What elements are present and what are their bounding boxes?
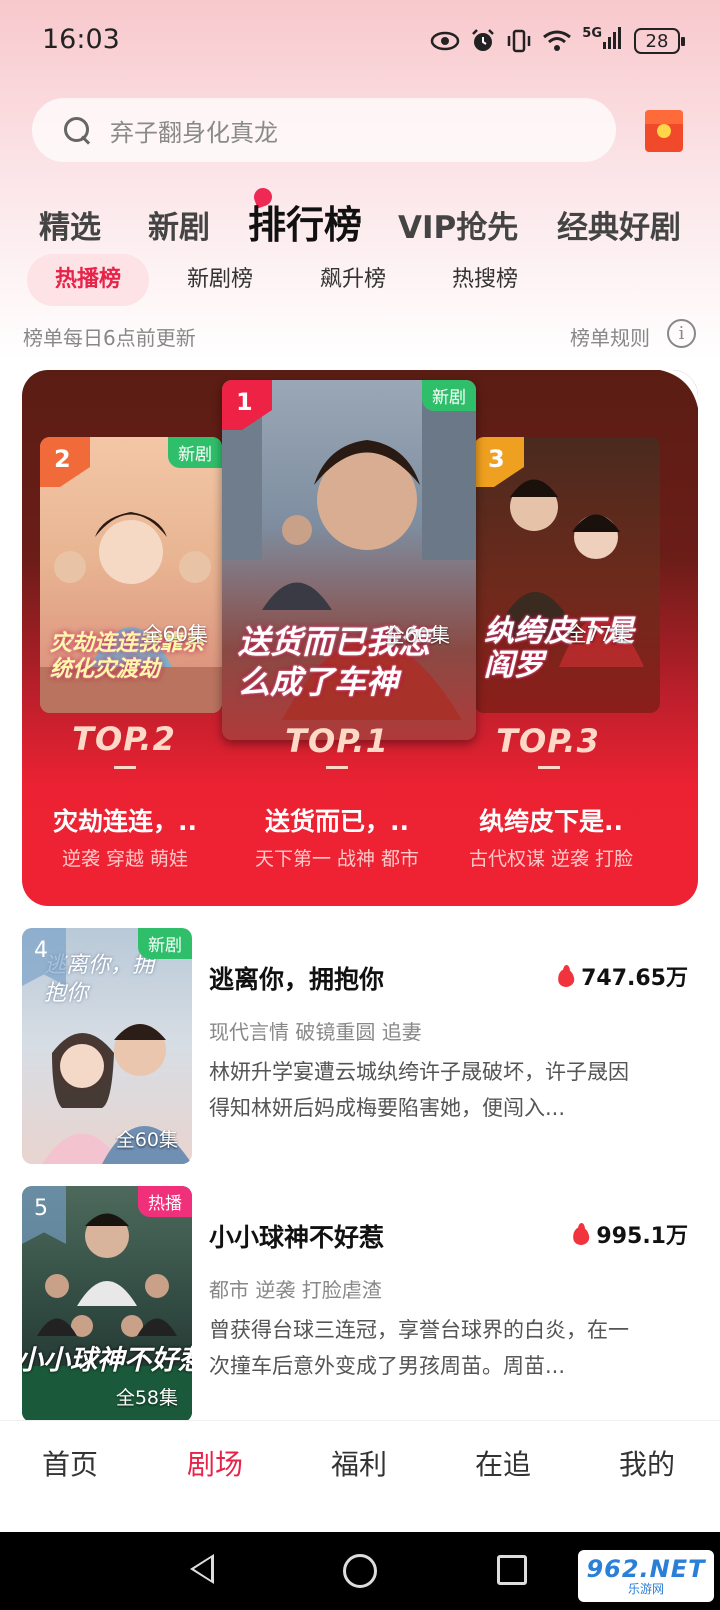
vibrate-icon xyxy=(506,26,532,56)
list-item[interactable]: 小小球神不好惹 5 热播 全58集 小小球神不好惹 995.1万 都市 逆袭 打… xyxy=(22,1186,698,1422)
ranking-sub-tabs: 热播榜 新剧榜 飙升榜 热搜榜 xyxy=(0,254,720,306)
list-item-poster[interactable]: 小小球神不好惹 5 热播 全58集 xyxy=(22,1186,192,1422)
signal-icon: 5G xyxy=(582,26,624,56)
subtab-rising[interactable]: 飙升榜 xyxy=(320,254,386,306)
nav-home[interactable]: 首页 xyxy=(10,1443,130,1483)
watermark-logo: 962.NET 乐游网 xyxy=(578,1550,714,1602)
network-type: 5G xyxy=(582,26,602,41)
top2-poster[interactable]: 灾劫连连我靠系统化灾渡劫 2 新剧 全60集 xyxy=(40,437,222,713)
battery-indicator: 28 xyxy=(634,28,685,54)
top1-title[interactable]: 送货而已，.. xyxy=(232,802,442,838)
top3-label: TOP.3 xyxy=(496,722,600,760)
top2-title[interactable]: 灾劫连连，.. xyxy=(22,802,230,838)
nav-theater[interactable]: 剧场 xyxy=(155,1443,275,1483)
recent-apps-icon[interactable] xyxy=(497,1555,527,1585)
top1-episodes: 全60集 xyxy=(384,623,450,647)
top3-divider xyxy=(538,766,560,769)
list-item-genres: 都市 逆袭 打脸虐渣 xyxy=(209,1278,382,1302)
top3-panel: 灾劫连连我靠系统化灾渡劫 2 新剧 全60集 纨绔皮下是阎罗 3 全77集 送货… xyxy=(22,370,698,906)
top3-poster[interactable]: 纨绔皮下是阎罗 3 全77集 xyxy=(474,437,660,713)
top2-new-tag: 新剧 xyxy=(168,437,222,468)
status-icons: 5G 28 xyxy=(430,26,685,56)
list-item-genres: 现代言情 破镜重圆 追妻 xyxy=(209,1020,422,1044)
nav-profile[interactable]: 我的 xyxy=(587,1443,707,1483)
list-item-heat-value: 995.1万 xyxy=(596,1224,688,1249)
list-item-poster-title-art: 小小球神不好惹 xyxy=(22,1345,192,1376)
tab-new-drama[interactable]: 新剧 xyxy=(148,202,210,247)
info-icon[interactable]: i xyxy=(667,319,696,348)
alarm-icon xyxy=(470,26,496,56)
nav-rewards[interactable]: 福利 xyxy=(299,1443,419,1483)
list-item-episodes: 全60集 xyxy=(115,1129,178,1151)
fire-icon xyxy=(557,965,575,987)
watermark-sub: 乐游网 xyxy=(627,1582,664,1596)
ranking-rules-link[interactable]: 榜单规则 xyxy=(570,322,650,351)
subtab-search[interactable]: 热搜榜 xyxy=(452,254,518,306)
search-icon xyxy=(62,115,92,145)
watermark-main: 962.NET xyxy=(586,1555,706,1583)
main-tabs: 精选 新剧 排行榜 VIP抢先 经典好剧 xyxy=(0,190,720,250)
top2-divider xyxy=(114,766,136,769)
subtab-new[interactable]: 新剧榜 xyxy=(187,254,253,306)
list-item-tag: 新剧 xyxy=(138,928,192,959)
bottom-navigation: 首页 剧场 福利 在追 我的 xyxy=(0,1420,720,1532)
list-item-description: 林妍升学宴遭云城纨绔许子晟破坏，许子晟因得知林妍后妈成梅要陷害她，便闯入... xyxy=(209,1060,629,1120)
eye-icon xyxy=(430,26,460,56)
list-item-poster[interactable]: 逃离你，拥抱你 4 新剧 全60集 xyxy=(22,928,192,1164)
top3-genres: 古代权谋 逆袭 打脸 xyxy=(468,848,634,870)
tab-ranking[interactable]: 排行榜 xyxy=(248,194,362,249)
list-item-heat-value: 747.65万 xyxy=(581,966,688,991)
list-item-tag: 热播 xyxy=(138,1186,192,1217)
subtab-hot[interactable]: 热播榜 xyxy=(27,254,150,306)
home-icon[interactable] xyxy=(343,1554,377,1588)
list-item-description: 曾获得台球三连冠，享誉台球界的白炎，在一次撞车后意外变成了男孩周苗。周苗... xyxy=(209,1318,629,1378)
status-bar: 16:03 5G 28 xyxy=(0,0,720,84)
panel-corner-decoration xyxy=(659,370,698,409)
top1-poster[interactable]: 送货而已我怎么成了车神 1 新剧 全60集 xyxy=(222,380,476,740)
search-input[interactable]: 弃子翻身化真龙 xyxy=(32,98,616,162)
nav-following[interactable]: 在追 xyxy=(443,1443,563,1483)
tab-vip[interactable]: VIP抢先 xyxy=(398,202,518,247)
top2-label: TOP.2 xyxy=(72,720,176,758)
top3-episodes: 全77集 xyxy=(566,622,632,646)
list-item[interactable]: 逃离你，拥抱你 4 新剧 全60集 逃离你，拥抱你 747.65万 现代言情 破… xyxy=(22,928,698,1164)
red-packet-icon[interactable] xyxy=(645,110,683,152)
top1-divider xyxy=(326,766,348,769)
back-icon-inner xyxy=(194,1558,211,1580)
list-item-heat: 995.1万 xyxy=(572,1218,688,1250)
top2-genres: 逆袭 穿越 萌娃 xyxy=(61,848,189,870)
search-placeholder: 弃子翻身化真龙 xyxy=(110,118,278,147)
list-item-episodes: 全58集 xyxy=(115,1387,178,1409)
update-note: 榜单每日6点前更新 xyxy=(23,326,196,350)
wifi-icon xyxy=(542,26,572,56)
top1-genres: 天下第一 战神 都市 xyxy=(254,848,420,870)
list-item-title[interactable]: 小小球神不好惹 xyxy=(209,1218,384,1254)
fire-icon xyxy=(572,1223,590,1245)
top1-label: TOP.1 xyxy=(285,722,389,760)
status-time: 16:03 xyxy=(42,24,120,55)
list-item-heat: 747.65万 xyxy=(557,960,688,992)
tab-featured[interactable]: 精选 xyxy=(39,202,101,247)
list-item-title[interactable]: 逃离你，拥抱你 xyxy=(209,960,384,996)
top2-episodes: 全60集 xyxy=(142,622,208,646)
top3-title[interactable]: 纨绔皮下是.. xyxy=(446,802,656,838)
tab-classics[interactable]: 经典好剧 xyxy=(557,202,681,247)
top1-new-tag: 新剧 xyxy=(422,380,476,411)
